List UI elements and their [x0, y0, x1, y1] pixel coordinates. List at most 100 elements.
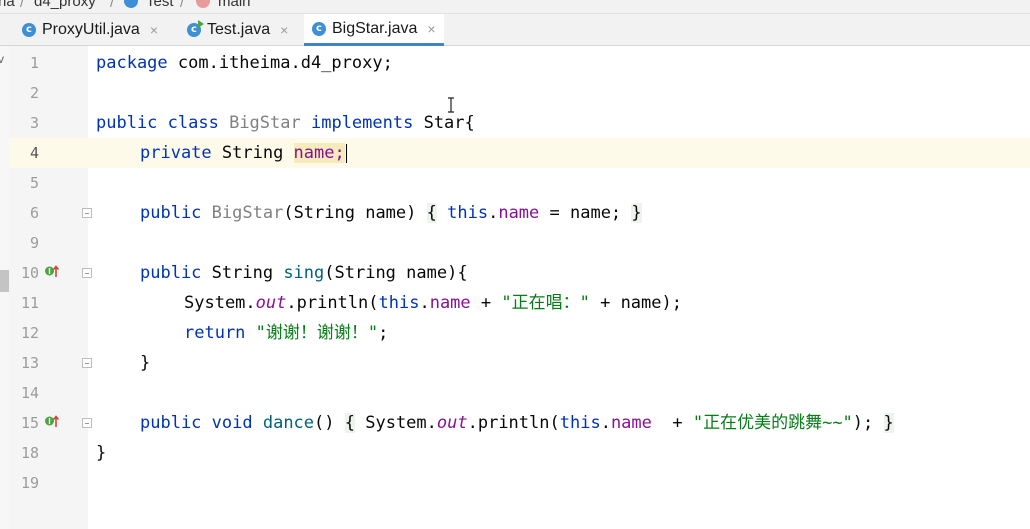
breadcrumb-item-method[interactable]: main — [218, 0, 251, 10]
code-text: + name); — [589, 293, 682, 313]
code-text: String — [211, 143, 294, 163]
code-line[interactable]: return "谢谢！谢谢！"; — [184, 318, 388, 348]
line-number: 6 — [29, 204, 39, 222]
code-text: ); — [852, 413, 884, 433]
field-name: name — [293, 143, 335, 163]
breadcrumb-item[interactable]: na — [0, 0, 15, 10]
code-text: (String name){ — [324, 263, 468, 283]
keyword: public — [140, 203, 202, 223]
string-literal: "正在优美的跳舞~~" — [692, 413, 853, 433]
line-number: 19 — [20, 474, 39, 492]
fold-marker[interactable] — [82, 208, 92, 218]
folded-brace: { — [426, 203, 437, 223]
code-text: ; — [378, 323, 389, 343]
tab-label: BigStar.java — [332, 19, 418, 37]
breadcrumb-item-class[interactable]: Test — [146, 0, 174, 10]
code-text: (String name) — [283, 203, 427, 223]
breadcrumb-item-package[interactable]: d4_proxy — [34, 0, 96, 10]
keyword: implements — [310, 113, 414, 133]
line-number-current: 4 — [29, 144, 39, 162]
line-number: 12 — [20, 324, 39, 342]
string-literal: "谢谢！谢谢！" — [255, 323, 379, 343]
tab-test[interactable]: c Test.java × — [179, 14, 296, 45]
line-number: 11 — [20, 294, 39, 312]
text-caret — [345, 143, 347, 163]
code-line[interactable]: System.out.println(this.name + "正在唱：" + … — [184, 288, 682, 318]
breadcrumb-separator: / — [20, 0, 24, 10]
code-line[interactable]: } — [96, 438, 106, 468]
close-icon[interactable]: × — [280, 22, 288, 38]
tool-window-label[interactable]: v — [0, 52, 4, 66]
code-line[interactable]: } — [140, 348, 150, 378]
static-field: out — [436, 413, 468, 433]
breadcrumb: na / d4_proxy / Test / main — [0, 0, 1030, 14]
code-text: ; — [334, 143, 345, 163]
folded-brace: { — [344, 413, 355, 433]
code-text: = name; — [539, 203, 632, 223]
keyword: public — [140, 263, 202, 283]
folded-brace: } — [631, 203, 642, 223]
code-text: } — [140, 353, 151, 373]
tab-label: ProxyUtil.java — [42, 20, 140, 38]
fold-marker[interactable] — [82, 358, 92, 368]
line-number: 13 — [20, 354, 39, 372]
method-name: dance — [262, 413, 315, 433]
field-name: name — [429, 293, 471, 313]
line-number: 10 — [20, 264, 39, 282]
fold-marker[interactable] — [82, 268, 92, 278]
code-line[interactable]: public BigStar(String name) { this.name … — [140, 198, 642, 228]
code-text: .println( — [286, 293, 379, 313]
code-text: Star{ — [413, 113, 475, 133]
line-number: 15 — [20, 414, 39, 432]
line-number: 1 — [29, 54, 39, 72]
line-number: 3 — [29, 114, 39, 132]
code-line[interactable]: public String sing(String name){ — [140, 258, 468, 288]
line-number: 9 — [29, 234, 39, 252]
breadcrumb-separator: / — [180, 0, 184, 10]
line-number: 2 — [29, 84, 39, 102]
implements-method-icon[interactable] — [44, 263, 60, 279]
code-text: } — [96, 443, 107, 463]
code-line-current[interactable]: private String name; — [140, 138, 347, 168]
code-text: System. — [355, 413, 437, 433]
code-text: () — [314, 413, 345, 433]
code-text: String — [201, 263, 284, 283]
code-text: . — [488, 203, 499, 223]
keyword: this — [559, 413, 601, 433]
tab-bigstar[interactable]: c BigStar.java × — [304, 14, 444, 46]
text-cursor-icon — [448, 97, 454, 113]
keyword: public void — [140, 413, 253, 433]
code-text: . — [600, 413, 611, 433]
close-icon[interactable]: × — [150, 22, 158, 38]
code-line[interactable]: public class BigStar implements Star{ — [96, 108, 475, 138]
keyword: public class — [96, 113, 219, 133]
class-icon: c — [312, 21, 326, 36]
method-name: sing — [283, 263, 325, 283]
code-text: com.itheima.d4_proxy; — [167, 53, 393, 73]
tool-window-strip: v — [0, 46, 9, 529]
code-text: .println( — [467, 413, 560, 433]
code-line[interactable]: package com.itheima.d4_proxy; — [96, 48, 393, 78]
class-icon: c — [22, 22, 36, 37]
code-line[interactable]: public void dance() { System.out.println… — [140, 408, 894, 438]
tab-label: Test.java — [207, 20, 271, 38]
code-text: . — [419, 293, 430, 313]
keyword: this — [378, 293, 420, 313]
keyword: package — [96, 53, 168, 73]
keyword: this — [447, 203, 489, 223]
fold-marker[interactable] — [82, 418, 92, 428]
code-text: System. — [184, 293, 256, 313]
line-number: 18 — [20, 444, 39, 462]
static-field: out — [255, 293, 287, 313]
tab-proxyutil[interactable]: c ProxyUtil.java × — [14, 14, 166, 45]
keyword: private — [140, 143, 212, 163]
string-literal: "正在唱：" — [501, 293, 590, 313]
implements-method-icon[interactable] — [44, 413, 60, 429]
tool-window-button[interactable] — [0, 270, 9, 292]
close-icon[interactable]: × — [427, 21, 435, 37]
constructor-name: BigStar — [211, 203, 284, 223]
folded-brace: } — [883, 413, 894, 433]
field-name: name — [498, 203, 540, 223]
line-number: 14 — [20, 384, 39, 402]
breadcrumb-separator: / — [110, 0, 114, 10]
